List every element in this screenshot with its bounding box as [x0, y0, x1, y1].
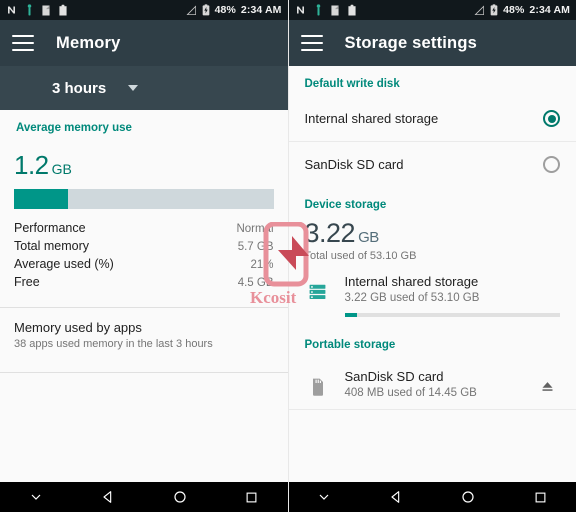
radio-label-sdcard: SanDisk SD card — [304, 157, 404, 172]
device-storage-heading: Device storage — [304, 199, 387, 211]
storage-item-sdcard-subtitle: 408 MB used of 14.45 GB — [344, 386, 477, 399]
memory-stat-row: Total memory 5.7 GB — [14, 237, 274, 255]
clipboard-icon — [42, 5, 50, 15]
memory-big-value: 1.2 — [14, 150, 49, 180]
signal-off-icon — [474, 4, 485, 15]
storage-item-sdcard-text: SanDisk SD card 408 MB used of 14.45 GB — [345, 369, 521, 399]
storage-item-internal-bar-fill — [344, 312, 358, 317]
memory-big-unit: GB — [51, 161, 72, 177]
storage-item-internal-text: Internal shared storage 3.22 GB used of … — [344, 273, 560, 317]
recents-icon[interactable] — [232, 482, 272, 512]
home-icon[interactable] — [160, 482, 200, 512]
device-storage-big-value-group: 3.22 GB — [304, 218, 561, 249]
status-bar-right: 48% 2:34 AM — [288, 0, 576, 20]
storage-page-title: Storage settings — [344, 33, 477, 52]
memory-stat-row: Free 4.5 GB — [14, 273, 274, 291]
battery-percent-label: 48% — [503, 4, 525, 16]
average-memory-use-heading: Average memory use — [16, 122, 132, 134]
storage-item-internal-shared-storage[interactable]: Internal shared storage 3.22 GB used of … — [289, 262, 576, 327]
radio-label-internal: Internal shared storage — [304, 111, 439, 126]
memory-bottom-divider — [0, 372, 288, 374]
chevron-down-icon — [128, 85, 139, 91]
nfc-n-icon — [296, 6, 304, 14]
sd-card-icon — [305, 369, 331, 397]
storage-item-sdcard-title: SanDisk SD card — [344, 368, 444, 384]
clipboard-icon — [330, 5, 339, 15]
storage-item-internal-subtitle: 3.22 GB used of 53.10 GB — [344, 291, 480, 304]
memory-used-by-apps-item[interactable]: Memory used by apps 38 apps used memory … — [0, 308, 288, 364]
memory-stat-key: Average used (%) — [14, 257, 114, 272]
eject-icon[interactable] — [534, 369, 560, 394]
memory-used-by-apps-subtitle: 38 apps used memory in the last 3 hours — [14, 338, 213, 351]
memory-toolbar: Memory — [0, 20, 288, 66]
hamburger-menu-icon[interactable] — [300, 35, 323, 51]
battery-charging-icon — [490, 4, 498, 16]
portable-storage-heading: Portable storage — [304, 338, 396, 351]
default-write-disk-heading: Default write disk — [304, 78, 400, 90]
memory-usage-bar — [14, 189, 274, 210]
device-storage-subtitle: Total used of 53.10 GB — [304, 249, 417, 262]
clock-label: 2:34 AM — [529, 4, 570, 16]
status-bar-left-icons — [6, 3, 186, 17]
storage-settings-panel: 48% 2:34 AM Storage settings Default wri… — [288, 0, 576, 512]
time-range-value: 3 hours — [52, 79, 107, 97]
memory-big-value-group: 1.2 GB — [14, 150, 274, 180]
memory-stat-key: Free — [14, 275, 40, 290]
status-bar-right-right-icons: 48% 2:34 AM — [474, 4, 570, 16]
storage-bottom-divider — [288, 408, 576, 410]
time-range-spinner[interactable]: 3 hours — [0, 66, 288, 110]
navigation-bar-left — [0, 482, 288, 512]
device-storage-big-value: 3.22 — [304, 218, 356, 248]
battery-percent-label: 48% — [214, 4, 236, 16]
storage-server-icon — [305, 274, 331, 301]
memory-stats-list: Performance Normal Total memory 5.7 GB Avera… — [14, 219, 274, 291]
memory-stat-key: Performance — [14, 221, 86, 236]
memory-used-by-apps-title: Memory used by apps — [14, 320, 142, 336]
home-icon[interactable] — [448, 482, 488, 512]
radio-option-internal-shared-storage[interactable]: Internal shared storage — [288, 96, 576, 141]
navigation-bar-right — [288, 482, 576, 512]
memory-summary-block: 1.2 GB Performance Normal Total memory 5.7 G… — [0, 140, 288, 299]
clipboard-filled-icon — [347, 4, 356, 15]
memory-stat-value: 5.7 GB — [237, 241, 274, 254]
device-storage-summary: 3.22 GB — [289, 217, 576, 249]
recents-icon[interactable] — [520, 482, 560, 512]
memory-page-title: Memory — [56, 33, 121, 52]
memory-usage-bar-fill — [14, 189, 69, 210]
android-usb-icon — [316, 3, 320, 16]
clock-label: 2:34 AM — [240, 4, 282, 16]
status-bar: 48% 2:34 AM — [0, 0, 288, 20]
radio-option-sandisk-sd-card[interactable]: SanDisk SD card — [288, 142, 576, 187]
storage-item-internal-title: Internal shared storage — [344, 273, 479, 289]
storage-content: Default write disk Internal shared stora… — [288, 66, 576, 482]
radio-button-internal[interactable] — [543, 110, 560, 127]
memory-stat-row: Performance Normal — [14, 219, 274, 237]
battery-charging-icon — [202, 4, 209, 16]
hide-keyboard-icon[interactable] — [304, 482, 344, 512]
storage-toolbar: Storage settings — [288, 20, 576, 66]
dual-screenshot-container: 48% 2:34 AM Memory 3 hours Average memor… — [0, 0, 576, 512]
hide-keyboard-icon[interactable] — [16, 482, 56, 512]
status-bar-right-icons: 48% 2:34 AM — [186, 4, 282, 16]
memory-stat-value: 21% — [250, 259, 274, 272]
radio-button-sdcard[interactable] — [543, 156, 560, 173]
memory-screen-panel: 48% 2:34 AM Memory 3 hours Average memor… — [0, 0, 289, 512]
signal-off-icon — [186, 4, 196, 15]
memory-stat-row: Average used (%) 21% — [14, 255, 274, 273]
clipboard-filled-icon — [59, 4, 67, 15]
memory-stat-value: Normal — [236, 223, 274, 236]
back-icon[interactable] — [376, 482, 416, 512]
android-usb-icon — [27, 3, 32, 16]
status-bar-right-left-icons — [295, 3, 475, 17]
memory-content: Average memory use 1.2 GB Performance Norm… — [0, 110, 288, 482]
back-icon[interactable] — [88, 482, 128, 512]
storage-item-internal-bar — [344, 312, 560, 317]
memory-stat-key: Total memory — [14, 239, 90, 254]
memory-stat-value: 4.5 GB — [237, 277, 274, 290]
hamburger-menu-icon[interactable] — [12, 35, 34, 51]
nfc-n-icon — [8, 6, 15, 14]
device-storage-big-unit: GB — [358, 229, 379, 246]
storage-item-sandisk-sd-card[interactable]: SanDisk SD card 408 MB used of 14.45 GB — [289, 357, 576, 409]
